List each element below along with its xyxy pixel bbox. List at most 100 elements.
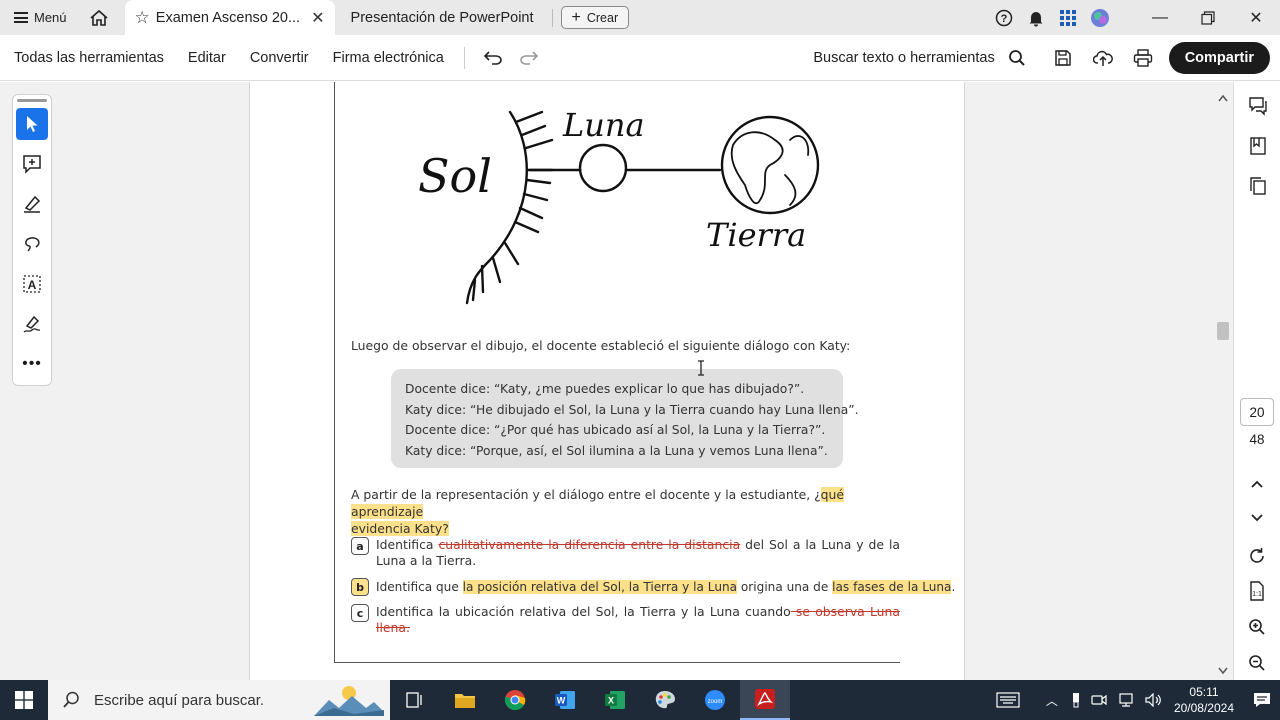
zoom-out-icon <box>1248 655 1265 671</box>
question-highlight: evidencia Katy? <box>351 521 449 536</box>
panel-drag-handle[interactable] <box>17 99 47 102</box>
option-c-text: Identifica la ubicación relativa del Sol… <box>376 604 900 636</box>
windows-taskbar: Escribe aquí para buscar. W X zoom ︿ 05:… <box>0 680 1280 720</box>
share-button[interactable]: Compartir <box>1168 42 1270 74</box>
select-tool[interactable] <box>16 108 48 140</box>
zoom-app[interactable]: zoom <box>690 680 740 720</box>
comments-icon <box>1248 97 1267 116</box>
home-button[interactable] <box>81 0 117 35</box>
main-toolbar: Todas las herramientas Editar Convertir … <box>0 35 1280 81</box>
excel-icon: X <box>605 691 625 709</box>
text-tool[interactable]: A <box>16 268 48 300</box>
menu-button[interactable]: Menú <box>0 0 81 35</box>
close-window-button[interactable]: ✕ <box>1232 0 1280 35</box>
sign-tool[interactable] <box>16 308 48 340</box>
fit-page-icon: 1:1 <box>1249 581 1264 601</box>
option-text-part: Identifica la ubicación relativa del Sol… <box>376 604 791 619</box>
undo-icon <box>483 50 502 65</box>
tab-powerpoint[interactable]: Presentación de PowerPoint <box>341 0 544 35</box>
create-button[interactable]: + Crear <box>560 6 630 29</box>
tab-divider <box>551 8 553 27</box>
notifications-button[interactable] <box>1020 0 1052 35</box>
tab-examen-ascenso[interactable]: ☆ Examen Ascenso 20... ✕ <box>124 0 335 35</box>
folder-icon <box>455 694 475 708</box>
search-tools-label[interactable]: Buscar texto o herramientas <box>813 50 994 66</box>
toolbar-edit[interactable]: Editar <box>188 50 226 66</box>
meet-now-icon[interactable] <box>1091 693 1107 707</box>
toolbar-divider <box>463 46 465 69</box>
scrollbar-thumb[interactable] <box>1217 322 1229 340</box>
scroll-down-icon[interactable] <box>1218 667 1228 675</box>
rotate-button[interactable] <box>1233 538 1280 574</box>
toolbar-all-tools[interactable]: Todas las herramientas <box>14 50 164 66</box>
document-workspace: A ••• Sol Luna Tierra Luego de observar … <box>0 82 1280 680</box>
file-explorer-app[interactable] <box>440 680 490 720</box>
notification-icon <box>1254 693 1270 707</box>
text-cursor-icon <box>698 360 704 376</box>
upload-button[interactable] <box>1083 35 1123 81</box>
minimize-button[interactable]: — <box>1136 0 1184 35</box>
paint-app[interactable] <box>640 680 690 720</box>
sun-moon-earth-drawing: Sol Luna Tierra <box>418 106 820 305</box>
moon-label: Luna <box>562 106 645 144</box>
comment-add-icon <box>23 155 41 174</box>
clock[interactable]: 05:11 20/08/2024 <box>1174 684 1234 716</box>
quick-tools-panel: A ••• <box>12 94 52 386</box>
undo-button[interactable] <box>475 42 511 74</box>
toolbar-esign[interactable]: Firma electrónica <box>333 50 444 66</box>
zoom-in-icon <box>1248 619 1265 635</box>
pages-button[interactable] <box>1234 166 1280 206</box>
star-icon[interactable]: ☆ <box>135 8 150 28</box>
comments-button[interactable] <box>1234 86 1280 126</box>
vertical-scrollbar[interactable] <box>1214 82 1232 680</box>
help-button[interactable]: ? <box>988 0 1020 35</box>
start-button[interactable] <box>0 680 48 720</box>
profile-button[interactable] <box>1084 0 1116 35</box>
save-button[interactable] <box>1043 35 1083 81</box>
volume-icon[interactable] <box>1145 693 1163 707</box>
scroll-up-icon[interactable] <box>1218 94 1228 102</box>
current-page-input[interactable]: 20 <box>1240 398 1274 426</box>
highlight-tool[interactable] <box>16 188 48 220</box>
task-view-button[interactable] <box>390 680 440 720</box>
option-text-part: Identifica <box>376 537 439 552</box>
help-icon: ? <box>995 9 1013 26</box>
dialog-line: Docente dice: “¿Por qué has ubicado así … <box>405 423 826 437</box>
search-icon <box>1008 50 1025 66</box>
word-app[interactable]: W <box>540 680 590 720</box>
search-icon <box>63 691 79 708</box>
acrobat-app[interactable] <box>740 680 790 720</box>
chevron-up-icon[interactable]: ︿ <box>1046 692 1058 709</box>
search-button[interactable] <box>1003 35 1031 81</box>
network-icon[interactable] <box>1117 693 1135 707</box>
keyboard-layout-button[interactable] <box>988 680 1028 720</box>
apps-button[interactable] <box>1052 0 1084 35</box>
add-comment-tool[interactable] <box>16 148 48 180</box>
toolbar-convert[interactable]: Convertir <box>250 50 309 66</box>
option-b-letter: b <box>351 578 369 596</box>
dialog-line: Katy dice: “Porque, así, el Sol ilumina … <box>405 443 828 458</box>
svg-text:X: X <box>608 696 614 706</box>
rotate-icon <box>1249 548 1264 563</box>
bookmarks-button[interactable] <box>1234 126 1280 166</box>
windows-logo-icon <box>15 691 33 709</box>
taskbar-search-box[interactable]: Escribe aquí para buscar. <box>48 680 390 720</box>
next-page-button[interactable] <box>1233 500 1280 536</box>
chevron-down-icon <box>1250 514 1263 522</box>
zoom-in-button[interactable] <box>1233 609 1280 645</box>
draw-tool[interactable] <box>16 228 48 260</box>
excel-app[interactable]: X <box>590 680 640 720</box>
zoom-out-button[interactable] <box>1233 645 1280 681</box>
chrome-app[interactable] <box>490 680 540 720</box>
more-tools-button[interactable]: ••• <box>16 348 48 380</box>
sun-label: Sol <box>418 149 492 203</box>
page-fit-button[interactable]: 1:1 <box>1233 573 1280 609</box>
restore-button[interactable] <box>1184 0 1232 35</box>
print-button[interactable] <box>1123 35 1163 81</box>
usb-icon[interactable] <box>1071 692 1081 708</box>
previous-page-button[interactable] <box>1233 466 1280 502</box>
close-tab-icon[interactable]: ✕ <box>311 8 324 28</box>
redo-button[interactable] <box>511 42 547 74</box>
notification-center-button[interactable] <box>1244 680 1280 720</box>
pages-icon <box>1249 177 1266 195</box>
